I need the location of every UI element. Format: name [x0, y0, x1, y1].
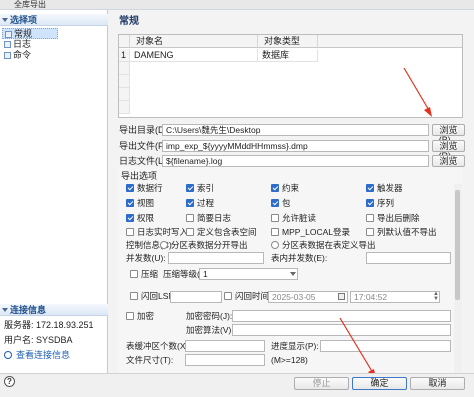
arrow-to-browse	[403, 67, 431, 113]
annotation-arrows	[339, 67, 432, 379]
stop-button[interactable]: 停止	[294, 377, 349, 390]
help-icon[interactable]: ?	[4, 376, 15, 387]
ok-button[interactable]: 确定	[352, 377, 407, 390]
arrow-to-ok	[339, 317, 374, 374]
arrow-head	[424, 107, 432, 117]
cancel-button[interactable]: 取消	[410, 377, 465, 390]
